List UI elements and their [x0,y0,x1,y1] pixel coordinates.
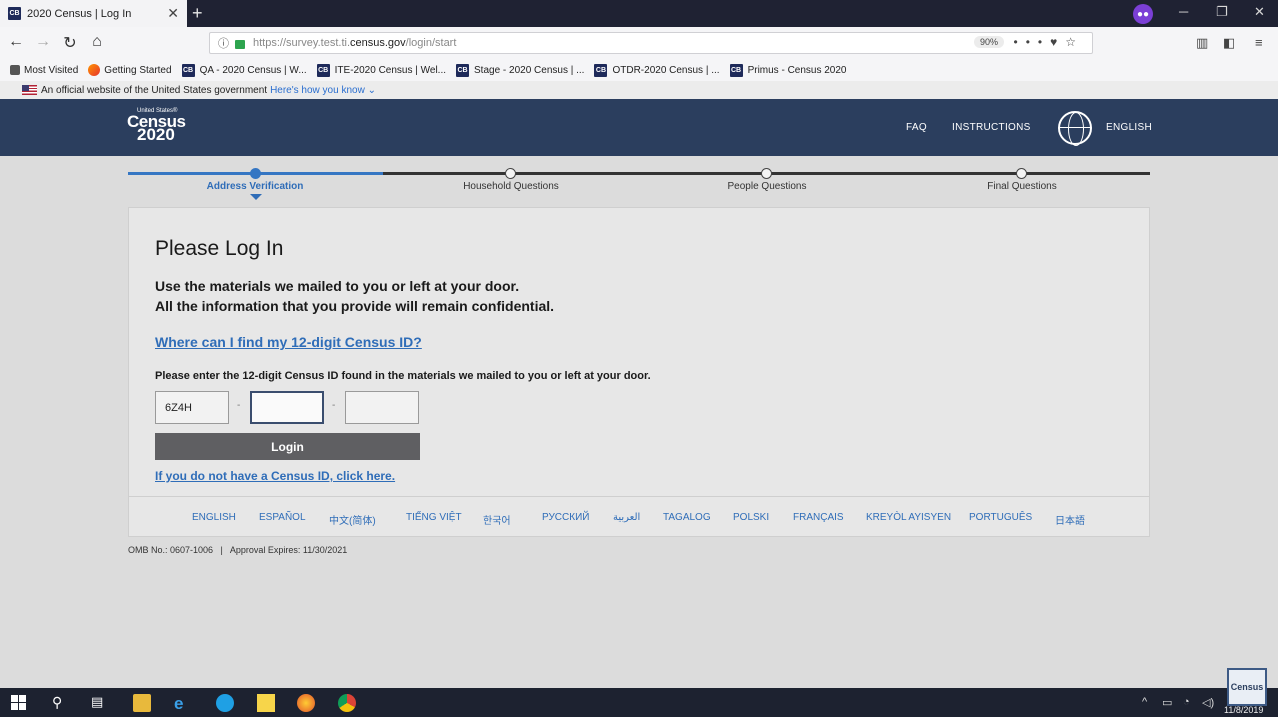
bookmark-most-visited[interactable]: Most Visited [10,65,78,76]
forward-icon[interactable]: → [32,33,54,51]
windows-start-icon[interactable] [11,694,29,712]
id-separator: - [332,400,336,411]
cb-favicon: CB [316,63,330,77]
id-separator: - [237,400,241,411]
wifi-icon[interactable]: ◔ [1183,696,1190,708]
battery-icon[interactable]: ▭ [1162,696,1172,709]
census-id-field-2[interactable] [250,391,324,424]
url-text[interactable]: https://survey.test.ti.census.gov/login/… [253,37,456,49]
language-haitian-creole[interactable]: KREYÒL AYISYEN [866,512,951,523]
sticky-notes-icon[interactable] [257,694,275,712]
bookmark-getting-started[interactable]: Getting Started [88,64,172,76]
bookmark-primus[interactable]: CB Primus - Census 2020 [729,63,847,77]
census-favicon: CB [8,7,21,20]
close-window-icon[interactable]: ✕ [1254,4,1265,20]
bookmarks-bar: Most Visited Getting Started CB QA - 2020… [0,59,1278,81]
step-label-household: Household Questions [463,181,559,192]
bookmark-stage[interactable]: CB Stage - 2020 Census | ... [456,63,584,77]
step-dot-address [250,168,261,179]
firefox-icon [88,64,101,76]
info-icon[interactable]: ⓘ [218,35,229,51]
chrome-icon[interactable] [338,694,356,712]
step-label-people: People Questions [727,181,807,192]
sidebar-icon[interactable]: ◧ [1223,35,1235,51]
language-espanol[interactable]: ESPAÑOL [259,512,306,523]
new-tab-icon[interactable]: + [192,3,203,23]
where-census-id-link[interactable]: Where can I find my 12-digit Census ID? [155,334,422,350]
language-polish[interactable]: POLSKI [733,512,769,523]
gov-banner: An official website of the United States… [0,81,1278,99]
step-dot-household [505,168,516,179]
cb-favicon: CB [181,63,195,77]
gov-banner-text: An official website of the United States… [41,84,268,96]
globe-icon[interactable] [1058,111,1092,146]
step-label-final: Final Questions [987,181,1057,192]
bookmark-ite[interactable]: CB ITE-2020 Census | Wel... [316,63,446,77]
omb-info: OMB No.: 0607-1006 | Approval Expires: 1… [128,545,348,555]
census-thumbnail: Census [1227,668,1267,706]
census-id-field-1[interactable] [155,391,229,424]
intro-text: Use the materials we mailed to you or le… [155,278,555,314]
address-bar[interactable]: ⓘ https://survey.test.ti.census.gov/logi… [209,32,1093,54]
cb-favicon: CB [456,63,470,77]
search-icon[interactable]: ⚲ [52,694,70,712]
step-dot-people [761,168,772,179]
menu-icon[interactable]: ≡ [1255,35,1263,50]
current-step-caret [250,194,262,200]
close-tab-icon[interactable]: ✕ [167,5,179,22]
zoom-indicator[interactable]: 90% [973,36,1004,48]
site-header: United States® Census 2020 FAQ INSTRUCTI… [0,99,1278,156]
language-english[interactable]: ENGLISH [192,512,236,523]
restore-icon[interactable]: ❐ [1216,4,1228,20]
edge-icon[interactable]: e [174,694,192,713]
step-label-address: Address Verification [206,181,304,192]
language-french[interactable]: FRANÇAIS [793,512,844,523]
browser-tab[interactable]: CB 2020 Census | Log In ✕ [0,0,187,27]
language-japanese[interactable]: 日本語 [1055,512,1085,527]
browser-tab-strip: CB 2020 Census | Log In ✕ + ●● ─ ❐ ✕ [0,0,1278,27]
heres-how-you-know-link[interactable]: Here's how you know ⌄ [270,85,376,96]
library-icon[interactable]: ▥ [1196,35,1208,51]
faq-link[interactable]: FAQ [906,122,927,133]
cb-favicon: CB [594,63,608,77]
task-view-icon[interactable]: ▤ [91,694,109,712]
private-browsing-icon: ●● [1133,4,1153,24]
taskbar: ⚲ ▤ e ^ ▭ ◔ ◁) 11/8/2019 [0,688,1278,717]
gear-icon [10,65,20,75]
reload-icon[interactable]: ↻ [59,33,81,53]
step-dot-final [1016,168,1027,179]
firefox-icon[interactable] [297,694,315,712]
us-flag-icon [22,85,37,95]
page-actions[interactable]: •••♥☆ [1014,35,1085,49]
language-vietnamese[interactable]: TIẾNG VIỆT [406,512,462,523]
login-card: Please Log In Use the materials we maile… [128,207,1150,537]
volume-icon[interactable]: ◁) [1202,696,1214,709]
language-chinese[interactable]: 中文(简体) [329,512,376,527]
language-tagalog[interactable]: TAGALOG [663,512,711,523]
lock-icon[interactable] [235,39,245,49]
language-portuguese[interactable]: PORTUGUÊS [969,512,1032,523]
login-button[interactable]: Login [155,433,420,460]
file-explorer-icon[interactable] [133,694,151,712]
minimize-icon[interactable]: ─ [1179,4,1188,19]
taskbar-date[interactable]: 11/8/2019 [1224,705,1263,715]
no-census-id-link[interactable]: If you do not have a Census ID, click he… [155,469,395,483]
bookmark-qa[interactable]: CB QA - 2020 Census | W... [181,63,307,77]
language-arabic[interactable]: العربية [613,512,640,523]
census-id-instruction: Please enter the 12-digit Census ID foun… [155,370,651,382]
home-icon[interactable]: ⌂ [86,33,108,51]
back-icon[interactable]: ← [5,33,27,51]
tab-title: 2020 Census | Log In [27,7,132,20]
language-russian[interactable]: РУССКИЙ [542,512,589,523]
language-list: ENGLISH ESPAÑOL 中文(简体) TIẾNG VIỆT 한국어 РУ… [129,496,1149,537]
bookmark-otdr[interactable]: CB OTDR-2020 Census | ... [594,63,720,77]
cb-favicon: CB [729,63,743,77]
census-id-field-3[interactable] [345,391,419,424]
skype-icon[interactable] [216,694,234,712]
language-selector[interactable]: ENGLISH [1106,122,1152,133]
language-korean[interactable]: 한국어 [483,512,511,527]
page-title: Please Log In [155,237,284,260]
tray-arrow-icon[interactable]: ^ [1142,696,1147,708]
instructions-link[interactable]: INSTRUCTIONS [952,122,1031,133]
